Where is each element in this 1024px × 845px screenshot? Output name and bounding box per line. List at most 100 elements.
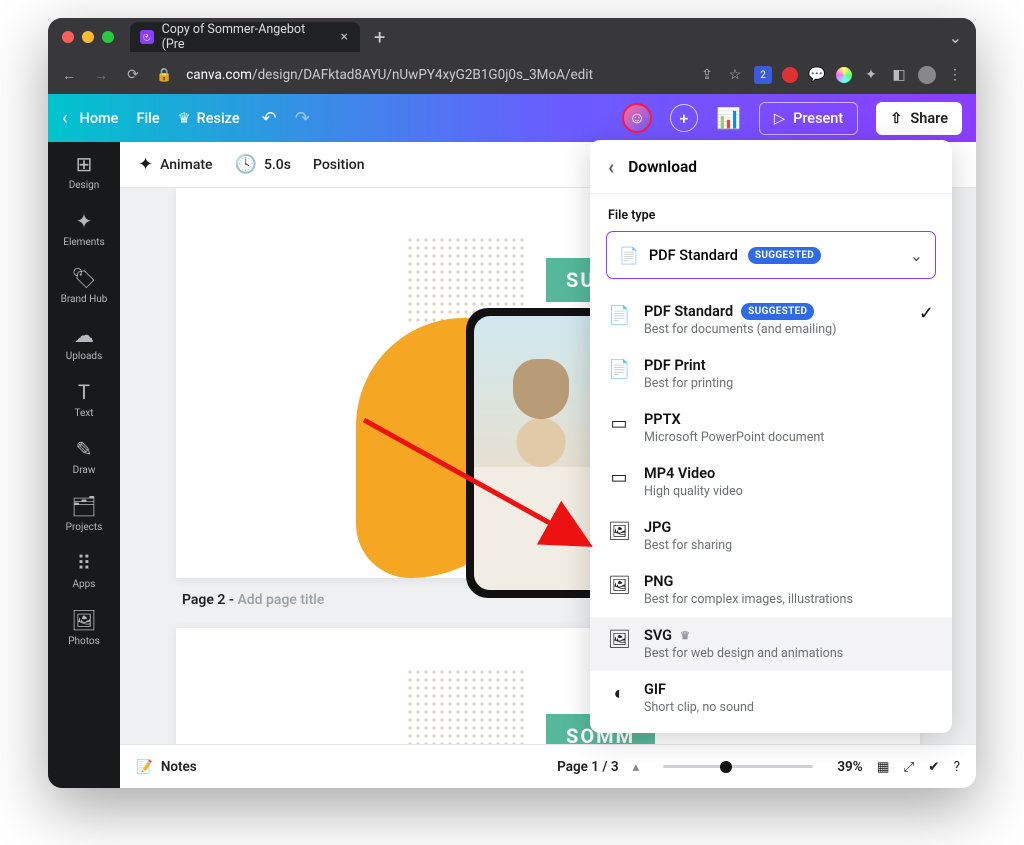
rail-text[interactable]: TText [74, 380, 93, 419]
elements-icon: ✦ [76, 209, 93, 233]
file-type-icon: 🖼 [608, 629, 630, 650]
rail-projects[interactable]: 🗂Projects [66, 494, 103, 533]
tab-title: Copy of Sommer-Angebot (Pre [162, 22, 327, 52]
rail-photos[interactable]: 🖼Photos [68, 608, 100, 647]
panel-header: ‹ Download [590, 140, 952, 194]
share-button[interactable]: ⇧ Share [876, 102, 962, 135]
rail-draw[interactable]: ✎Draw [73, 437, 96, 476]
pdf-icon: 📄 [619, 246, 639, 265]
file-type-option-png[interactable]: 🖼PNGBest for complex images, illustratio… [590, 563, 952, 617]
canva-favicon [140, 30, 154, 44]
sidepanel-icon[interactable]: ◧ [890, 66, 908, 84]
fullscreen-icon[interactable]: ⤢ [903, 759, 914, 775]
check-icon: ✓ [919, 303, 934, 324]
rail-elements[interactable]: ✦Elements [63, 209, 104, 248]
model-image [474, 385, 608, 591]
projects-icon: 🗂 [71, 494, 96, 518]
extension-icon[interactable] [836, 67, 852, 83]
file-type-icon: 🖼 [608, 521, 630, 542]
minimize-window-button[interactable] [82, 31, 94, 43]
new-tab-button[interactable]: + [374, 25, 385, 49]
maximize-window-button[interactable] [102, 31, 114, 43]
share-page-icon[interactable]: ⇪ [698, 66, 716, 84]
duration-button[interactable]: 🕓5.0s [235, 154, 291, 175]
home-back-icon[interactable]: ‹ [62, 108, 68, 129]
extension-icon[interactable] [782, 67, 798, 83]
file-type-option-svg[interactable]: 🖼SVG♛Best for web design and animations [590, 617, 952, 671]
add-collaborator-button[interactable]: + [670, 104, 698, 132]
browser-tab[interactable]: Copy of Sommer-Angebot (Pre × [130, 22, 360, 52]
panel-back-icon[interactable]: ‹ [608, 155, 614, 179]
download-panel: ‹ Download File type 📄 PDF Standard SUGG… [590, 140, 952, 733]
page-counter[interactable]: Page 1 / 3 [557, 759, 618, 775]
bookmark-icon[interactable]: ☆ [726, 66, 744, 84]
bottom-bar: 📝Notes Page 1 / 3 ▴ 39% ▦ ⤢ ✔ ? [120, 744, 976, 788]
file-type-option-pptx[interactable]: ▭PPTXMicrosoft PowerPoint document [590, 401, 952, 455]
reload-button[interactable]: ⟳ [124, 67, 142, 83]
draw-icon: ✎ [76, 437, 93, 461]
file-menu[interactable]: File [136, 110, 159, 127]
file-type-label: File type [590, 194, 952, 231]
rail-uploads[interactable]: ☁Uploads [66, 323, 102, 362]
browser-menu-icon[interactable]: ⋮ [946, 66, 964, 84]
profile-avatar[interactable] [918, 66, 936, 84]
rail-design[interactable]: ⊞Design [69, 152, 100, 191]
browser-window: Copy of Sommer-Angebot (Pre × + ⌄ ← → ⟳ … [48, 18, 976, 788]
extensions-menu-icon[interactable]: ✦ [862, 66, 880, 84]
left-rail: ⊞Design ✦Elements 🏷Brand Hub ☁Uploads TT… [48, 142, 120, 788]
url-bar: ← → ⟳ 🔒 canva.com/design/DAFktad8AYU/nUw… [48, 56, 976, 94]
apps-icon: ⠿ [77, 551, 92, 575]
analytics-icon[interactable]: 📊 [716, 106, 741, 130]
file-type-option-pdf-standard[interactable]: 📄PDF StandardSUGGESTEDBest for documents… [590, 293, 952, 347]
window-chevron-icon[interactable]: ⌄ [949, 28, 962, 47]
position-button[interactable]: Position [313, 157, 365, 173]
file-type-option-mp4-video[interactable]: ▭MP4 VideoHigh quality video [590, 455, 952, 509]
close-window-button[interactable] [62, 31, 74, 43]
notes-button[interactable]: 📝Notes [136, 759, 197, 775]
nav-forward-button[interactable]: → [92, 67, 110, 84]
redo-button[interactable]: ↷ [295, 108, 310, 129]
zoom-slider[interactable] [663, 765, 813, 768]
brand-hub-icon: 🏷 [71, 266, 96, 290]
present-button[interactable]: ▷ Present [759, 102, 858, 135]
undo-button[interactable]: ↶ [262, 108, 277, 129]
address-field[interactable]: canva.com/design/DAFktad8AYU/nUwPY4xyG2B… [186, 67, 684, 83]
zoom-knob[interactable] [720, 761, 732, 773]
zoom-value[interactable]: 39% [837, 759, 862, 775]
rail-apps[interactable]: ⠿Apps [73, 551, 96, 590]
browser-actions: ⇪ ☆ 2 💬 ✦ ◧ ⋮ [698, 66, 964, 84]
file-type-option-gif[interactable]: ◐GIFShort clip, no sound [590, 671, 952, 725]
extension-icon[interactable]: 2 [754, 66, 772, 84]
titlebar: Copy of Sommer-Angebot (Pre × + ⌄ [48, 18, 976, 56]
suggested-pill: SUGGESTED [741, 303, 814, 320]
file-type-options: 📄PDF StandardSUGGESTEDBest for documents… [590, 289, 952, 733]
animate-button[interactable]: ✦Animate [138, 154, 213, 175]
file-type-option-pdf-print[interactable]: 📄PDF PrintBest for printing [590, 347, 952, 401]
photos-icon: 🖼 [71, 608, 96, 632]
grid-view-icon[interactable]: ▦ [877, 759, 890, 775]
status-check-icon[interactable]: ✔ [928, 759, 939, 775]
suggested-pill: SUGGESTED [748, 247, 821, 264]
lock-icon: 🔒 [156, 68, 172, 83]
home-link[interactable]: Home [80, 110, 119, 127]
file-type-icon: ▭ [608, 467, 630, 488]
file-type-icon: 🖼 [608, 575, 630, 596]
file-type-select[interactable]: 📄 PDF Standard SUGGESTED ⌄ [606, 231, 936, 279]
rail-brand-hub[interactable]: 🏷Brand Hub [61, 266, 108, 305]
canva-toolbar: ‹ Home File ♛ Resize ↶ ↷ ☺ + 📊 ▷ Present… [48, 94, 976, 142]
crown-icon: ♛ [178, 110, 191, 127]
nav-back-button[interactable]: ← [60, 67, 78, 84]
file-type-option-jpg[interactable]: 🖼JPGBest for sharing [590, 509, 952, 563]
page-label[interactable]: Page 2 - Add page title [182, 592, 324, 608]
resize-menu[interactable]: ♛ Resize [178, 110, 240, 127]
collab-avatar[interactable]: ☺ [622, 103, 652, 133]
extension-icon[interactable]: 💬 [808, 66, 826, 84]
traffic-lights [62, 31, 114, 43]
close-tab-icon[interactable]: × [341, 29, 348, 45]
help-icon[interactable]: ? [954, 759, 960, 775]
crown-icon: ♛ [680, 629, 690, 642]
notes-icon: 📝 [136, 759, 153, 775]
file-type-icon: 📄 [608, 359, 630, 380]
uploads-icon: ☁ [74, 323, 94, 347]
text-icon: T [78, 380, 90, 404]
